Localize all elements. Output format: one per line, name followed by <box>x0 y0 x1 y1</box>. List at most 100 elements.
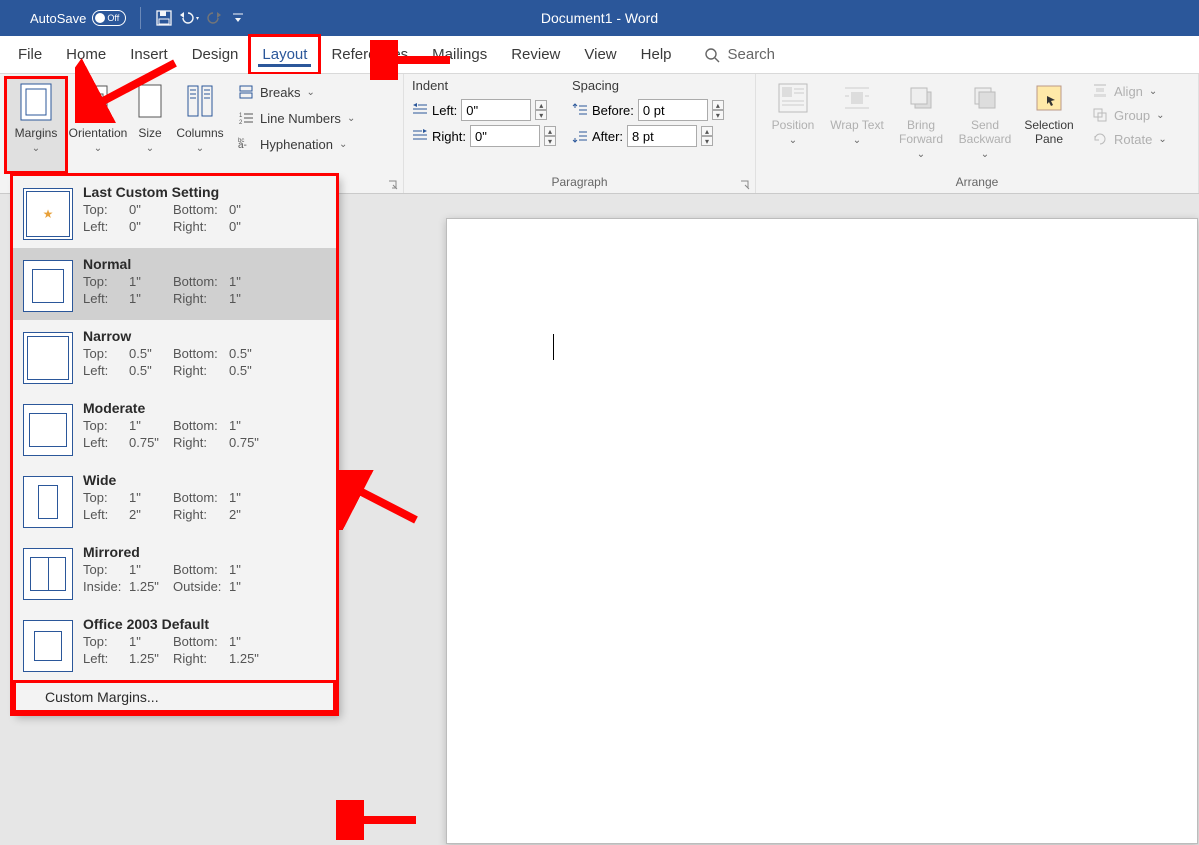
preset-name: Normal <box>83 256 328 272</box>
preset-key: Top: <box>83 634 129 649</box>
margin-preset-icon <box>23 548 73 600</box>
bring-forward-icon <box>905 82 937 114</box>
preset-val: 0" <box>229 219 269 234</box>
margin-preset-wide[interactable]: WideTop:1"Bottom:1"Left:2"Right:2" <box>13 464 336 536</box>
preset-val: 2" <box>129 507 173 522</box>
svg-text:bc: bc <box>238 138 244 144</box>
tab-layout[interactable]: Layout <box>250 36 319 73</box>
preset-key: Right: <box>173 435 229 450</box>
hyphenation-icon: a-bc <box>238 136 254 152</box>
preset-val: 1" <box>229 634 269 649</box>
paragraph-launcher[interactable] <box>739 179 751 191</box>
preset-key: Left: <box>83 435 129 450</box>
tab-insert[interactable]: Insert <box>118 36 180 73</box>
preset-val: 1.25" <box>229 651 269 666</box>
preset-val: 1" <box>129 274 173 289</box>
size-icon <box>136 82 164 122</box>
tab-mailings[interactable]: Mailings <box>420 36 499 73</box>
qat-customize-icon[interactable] <box>229 9 247 27</box>
align-button: Align⌄ <box>1088 80 1171 102</box>
line-numbers-button[interactable]: 12 Line Numbers⌄ <box>234 106 359 130</box>
preset-key: Outside: <box>173 579 229 594</box>
arrange-group-label: Arrange <box>756 175 1198 193</box>
space-before-input[interactable] <box>638 99 708 121</box>
margin-preset-icon <box>23 620 73 672</box>
margin-preset-moderate[interactable]: ModerateTop:1"Bottom:1"Left:0.75"Right:0… <box>13 392 336 464</box>
space-before-spinner[interactable]: ▴▾ <box>712 100 724 120</box>
indent-left-input[interactable] <box>461 99 531 121</box>
rotate-icon <box>1092 131 1108 147</box>
preset-key: Top: <box>83 490 129 505</box>
save-icon[interactable] <box>155 9 173 27</box>
preset-val: 1.25" <box>129 651 173 666</box>
indent-right-label: Right: <box>432 129 466 144</box>
columns-icon <box>185 82 215 122</box>
indent-right-input[interactable] <box>470 125 540 147</box>
margins-button[interactable]: Margins⌄ <box>6 78 66 172</box>
preset-val: 0.5" <box>129 363 173 378</box>
tab-help[interactable]: Help <box>629 36 684 73</box>
preset-key: Top: <box>83 562 129 577</box>
preset-key: Left: <box>83 507 129 522</box>
wrap-text-icon <box>841 82 873 114</box>
document-page[interactable] <box>446 218 1198 844</box>
tab-review[interactable]: Review <box>499 36 572 73</box>
space-after-label: After: <box>592 129 623 144</box>
tab-references[interactable]: References <box>319 36 420 73</box>
space-before-icon <box>572 103 588 117</box>
autosave-toggle[interactable]: AutoSave Off <box>30 10 126 26</box>
toggle-knob-icon <box>95 13 105 23</box>
undo-dropdown[interactable] <box>177 9 203 27</box>
preset-val: 1" <box>129 562 173 577</box>
svg-text:2: 2 <box>239 120 243 126</box>
space-after-input[interactable] <box>627 125 697 147</box>
indent-right-spinner[interactable]: ▴▾ <box>544 126 556 146</box>
margin-preset-office-2003-default[interactable]: Office 2003 DefaultTop:1"Bottom:1"Left:1… <box>13 608 336 680</box>
margin-preset-mirrored[interactable]: MirroredTop:1"Bottom:1"Inside:1.25"Outsi… <box>13 536 336 608</box>
margin-preset-narrow[interactable]: NarrowTop:0.5"Bottom:0.5"Left:0.5"Right:… <box>13 320 336 392</box>
breaks-button[interactable]: Breaks⌄ <box>234 80 359 104</box>
window-title: Document1 - Word <box>541 0 658 36</box>
tab-design[interactable]: Design <box>180 36 251 73</box>
preset-key: Top: <box>83 418 129 433</box>
size-button[interactable]: Size⌄ <box>130 78 170 172</box>
preset-name: Office 2003 Default <box>83 616 328 632</box>
margin-preset-normal[interactable]: NormalTop:1"Bottom:1"Left:1"Right:1" <box>13 248 336 320</box>
preset-key: Left: <box>83 291 129 306</box>
tab-home[interactable]: Home <box>54 36 118 73</box>
search-button[interactable]: Search <box>704 46 776 63</box>
margin-preset-icon <box>23 404 73 456</box>
preset-key: Right: <box>173 219 229 234</box>
margin-preset-last-custom-setting[interactable]: ★Last Custom SettingTop:0"Bottom:0"Left:… <box>13 176 336 248</box>
preset-val: 1" <box>229 274 269 289</box>
margins-gallery: ★Last Custom SettingTop:0"Bottom:0"Left:… <box>12 175 337 714</box>
tab-view[interactable]: View <box>572 36 628 73</box>
preset-key: Right: <box>173 291 229 306</box>
breaks-icon <box>238 84 254 100</box>
paragraph-group-label: Paragraph <box>404 175 755 193</box>
preset-name: Last Custom Setting <box>83 184 328 200</box>
autosave-label: AutoSave <box>30 11 86 26</box>
hyphenation-button[interactable]: a-bc Hyphenation⌄ <box>234 132 359 156</box>
margins-icon <box>19 82 53 122</box>
page-setup-launcher[interactable] <box>387 179 399 191</box>
preset-val: 1" <box>229 579 269 594</box>
preset-val: 1" <box>129 291 173 306</box>
space-after-spinner[interactable]: ▴▾ <box>701 126 713 146</box>
preset-key: Left: <box>83 219 129 234</box>
preset-name: Narrow <box>83 328 328 344</box>
preset-val: 0" <box>129 202 173 217</box>
preset-key: Bottom: <box>173 346 229 361</box>
search-icon <box>704 47 720 63</box>
preset-key: Bottom: <box>173 490 229 505</box>
tab-file[interactable]: File <box>6 36 54 73</box>
custom-margins-button[interactable]: Custom Margins... <box>13 680 336 713</box>
indent-left-spinner[interactable]: ▴▾ <box>535 100 547 120</box>
columns-button[interactable]: Columns⌄ <box>172 78 228 172</box>
redo-icon[interactable] <box>207 9 225 27</box>
bring-forward-button: Bring Forward⌄ <box>890 78 952 172</box>
selection-pane-button[interactable]: Selection Pane <box>1018 78 1080 172</box>
preset-val: 0.5" <box>229 363 269 378</box>
preset-key: Bottom: <box>173 202 229 217</box>
orientation-button[interactable]: Orientation⌄ <box>68 78 128 172</box>
